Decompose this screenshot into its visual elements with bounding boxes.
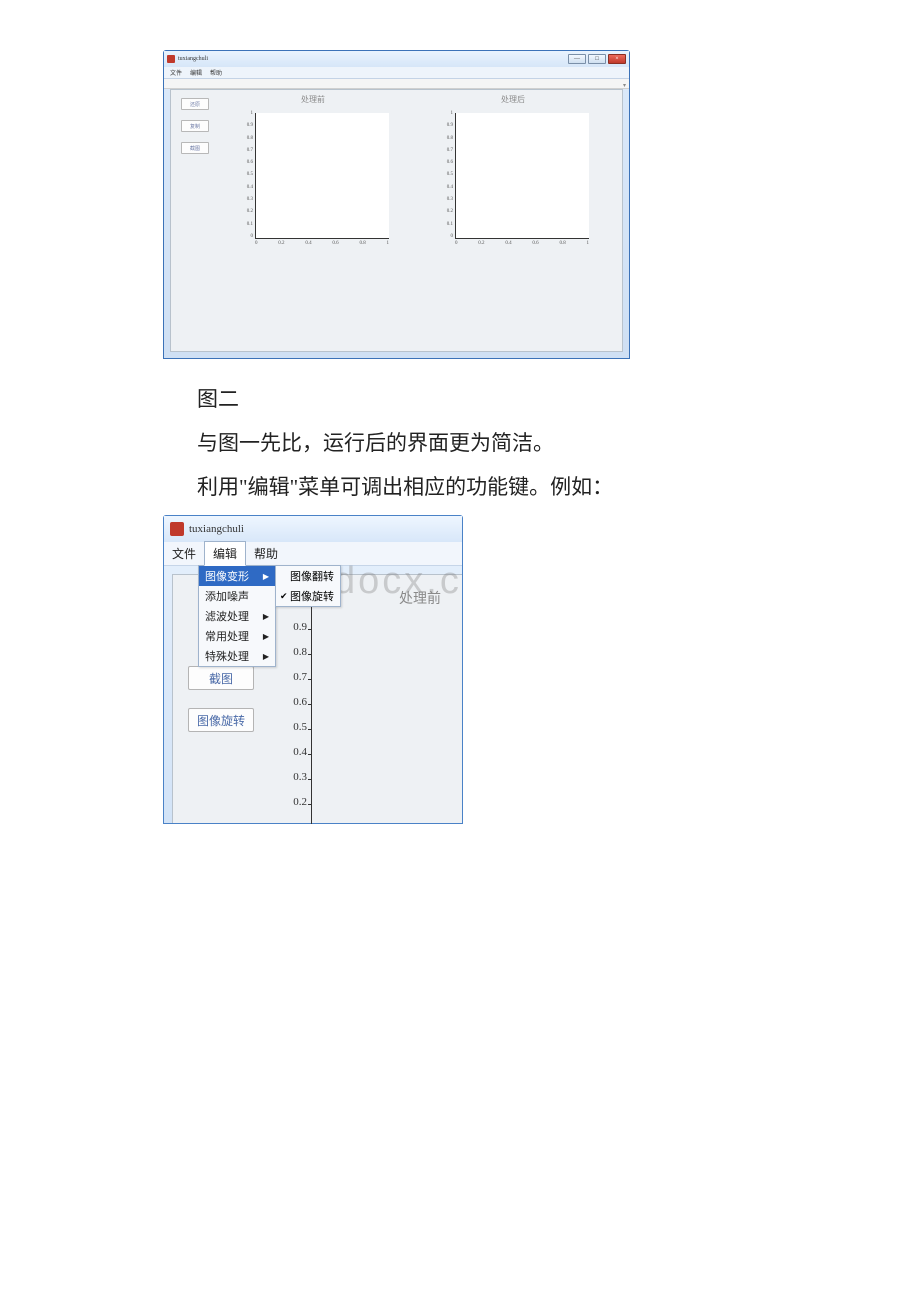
menu-item-add-noise[interactable]: 添加噪声 (199, 586, 275, 606)
app-icon (167, 55, 175, 63)
menu-file[interactable]: 文件 (170, 68, 182, 77)
window-title: tuxiangchuli (189, 523, 244, 535)
submenu-arrow-icon: ▶ (263, 572, 269, 581)
doc-line-2: 利用"编辑"菜单可调出相应的功能键。例如： (155, 465, 860, 509)
side-buttons: 截图 图像旋转 (188, 666, 254, 732)
maximize-button[interactable]: □ (588, 54, 606, 64)
axes-before-xticks: 00.20.40.60.81 (255, 241, 389, 251)
screenshot-button[interactable]: 截图 (188, 666, 254, 690)
figure-2-container: w.bdocx.com tuxiangchuli 文件 编辑 帮助 图像变形▶ … (163, 515, 463, 824)
figure-2-window: tuxiangchuli 文件 编辑 帮助 图像变形▶ 添加噪声 滤波处理▶ (163, 515, 463, 824)
screenshot-button[interactable]: 截图 (181, 142, 209, 154)
axes-after-plot (455, 113, 589, 239)
axes-before-title: 处理前 (301, 94, 325, 105)
restore-button[interactable]: 还原 (181, 98, 209, 110)
edit-dropdown: 图像变形▶ 添加噪声 滤波处理▶ 常用处理▶ 特殊处理▶ (198, 565, 276, 667)
y-axis-line (311, 604, 312, 824)
submenu-arrow-icon: ▶ (263, 632, 269, 641)
side-buttons: 还原 复制 截图 (181, 98, 209, 154)
axes-after-title: 处理后 (501, 94, 525, 105)
transform-submenu: 图像翻转 ✔ 图像旋转 (275, 565, 341, 607)
titlebar: tuxiangchuli (164, 516, 462, 542)
menubar: 文件 编辑 帮助 (164, 67, 629, 79)
figure-canvas: 还原 复制 截图 处理前 10.90.80.70.60.50.40.30.20.… (170, 89, 623, 352)
close-button[interactable]: × (608, 54, 626, 64)
app-icon (170, 522, 184, 536)
axes-before: 处理前 10.90.80.70.60.50.40.30.20.10 00.20.… (233, 94, 393, 251)
figure-1-window: tuxiangchuli — □ × 文件 编辑 帮助 ▾ 还原 复制 截图 处… (163, 50, 630, 359)
axes-after-yticks: 10.90.80.70.60.50.40.30.20.10 (433, 111, 453, 239)
doc-line-1: 与图一先比，运行后的界面更为简洁。 (155, 421, 860, 465)
menu-file[interactable]: 文件 (164, 542, 204, 565)
menu-help[interactable]: 帮助 (210, 68, 222, 77)
titlebar: tuxiangchuli — □ × (164, 51, 629, 67)
copy-button[interactable]: 复制 (181, 120, 209, 132)
document-text: 图二 与图一先比，运行后的界面更为简洁。 利用"编辑"菜单可调出相应的功能键。例… (155, 377, 860, 509)
menu-item-special-processing[interactable]: 特殊处理▶ (199, 646, 275, 666)
toolbar-grip-icon[interactable]: ▾ (623, 82, 626, 89)
menu-edit[interactable]: 编辑 (204, 541, 246, 566)
menu-item-image-transform[interactable]: 图像变形▶ (199, 566, 275, 586)
submenu-item-rotate[interactable]: ✔ 图像旋转 (276, 586, 340, 606)
axes-after: 处理后 10.90.80.70.60.50.40.30.20.10 00.20.… (433, 94, 593, 251)
rotate-button[interactable]: 图像旋转 (188, 708, 254, 732)
submenu-arrow-icon: ▶ (263, 612, 269, 621)
submenu-item-flip[interactable]: 图像翻转 (276, 566, 340, 586)
toolbar: ▾ (164, 79, 629, 89)
check-icon: ✔ (280, 591, 290, 602)
window-title: tuxiangchuli (178, 56, 568, 62)
caption-fig2: 图二 (155, 377, 860, 421)
menu-edit[interactable]: 编辑 (190, 68, 202, 77)
axes-yticks: 1 0.9 0.8 0.7 0.6 0.5 0.4 0.3 0.2 (277, 596, 307, 809)
axes-before-yticks: 10.90.80.70.60.50.40.30.20.10 (233, 111, 253, 239)
menu-item-filter[interactable]: 滤波处理▶ (199, 606, 275, 626)
axes-before-plot (255, 113, 389, 239)
menu-item-common-processing[interactable]: 常用处理▶ (199, 626, 275, 646)
menu-help[interactable]: 帮助 (246, 542, 286, 565)
axes-after-xticks: 00.20.40.60.81 (455, 241, 589, 251)
axes-title: 处理前 (399, 588, 441, 608)
menubar: 文件 编辑 帮助 (164, 542, 462, 566)
submenu-arrow-icon: ▶ (263, 652, 269, 661)
minimize-button[interactable]: — (568, 54, 586, 64)
